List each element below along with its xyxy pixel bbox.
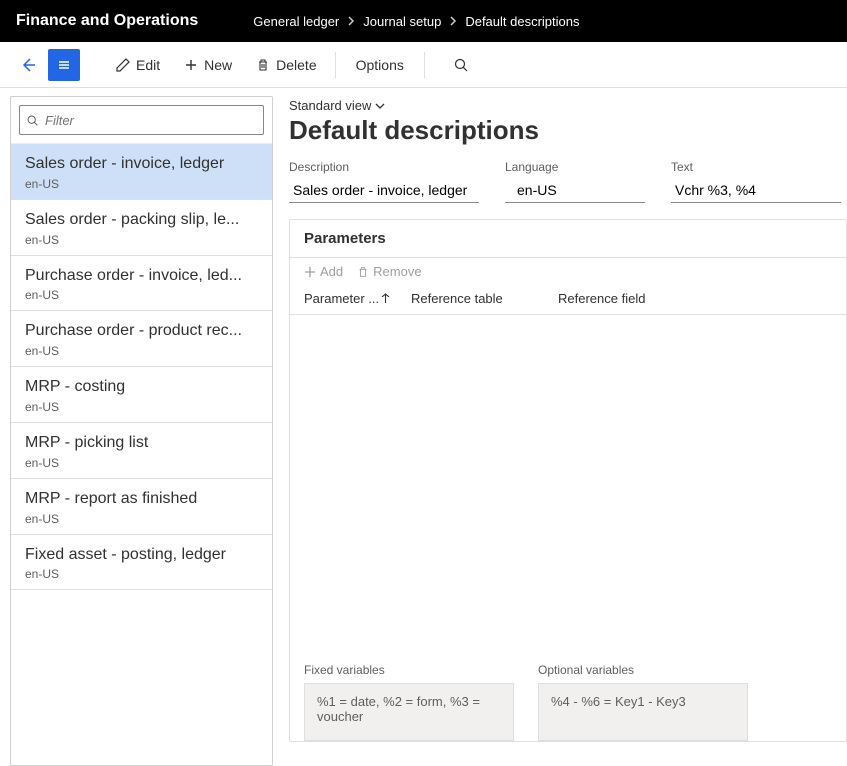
delete-label: Delete — [276, 57, 316, 73]
search-icon — [26, 114, 39, 127]
list-item-title: Purchase order - product rec... — [25, 321, 258, 342]
list-item-title: Sales order - invoice, ledger — [25, 154, 258, 175]
list-item-language: en-US — [25, 233, 258, 247]
description-input[interactable] — [289, 178, 479, 203]
list-item-title: MRP - report as finished — [25, 489, 258, 510]
language-label: Language — [505, 160, 645, 174]
breadcrumb-item-2[interactable]: Default descriptions — [465, 14, 579, 29]
breadcrumb: General ledger Journal setup Default des… — [253, 14, 579, 29]
column-reference-field[interactable]: Reference field — [558, 291, 832, 306]
fixed-variables: Fixed variables %1 = date, %2 = form, %3… — [304, 663, 514, 741]
remove-label: Remove — [373, 264, 421, 279]
list-item-language: en-US — [25, 288, 258, 302]
filter-input[interactable] — [45, 113, 257, 128]
field-description: Description — [289, 160, 479, 203]
list-item-language: en-US — [25, 400, 258, 414]
list-container: Sales order - invoice, ledgeren-USSales … — [11, 144, 272, 590]
trash-icon — [256, 58, 270, 72]
parameters-actions: Add Remove — [290, 258, 846, 285]
add-button[interactable]: Add — [304, 264, 343, 279]
list-item-title: MRP - picking list — [25, 433, 258, 454]
list-item-title: Sales order - packing slip, le... — [25, 210, 258, 231]
list-item-language: en-US — [25, 177, 258, 191]
language-input[interactable] — [505, 178, 645, 203]
column-reference-table[interactable]: Reference table — [411, 291, 546, 306]
plus-icon — [184, 58, 198, 72]
filter-row — [11, 97, 272, 144]
optional-variables: Optional variables %4 - %6 = Key1 - Key3 — [538, 663, 748, 741]
list-item-language: en-US — [25, 567, 258, 581]
action-bar: Edit New Delete Options — [0, 42, 847, 88]
list-item[interactable]: MRP - picking list en-US — [11, 423, 272, 479]
edit-label: Edit — [136, 57, 160, 73]
parameters-header[interactable]: Parameters — [290, 220, 846, 258]
list-item[interactable]: Purchase order - product rec... en-US — [11, 311, 272, 367]
filter-input-wrap[interactable] — [19, 105, 264, 135]
list-item-title: Fixed asset - posting, ledger — [25, 545, 258, 566]
breadcrumb-item-0[interactable]: General ledger — [253, 14, 339, 29]
delete-button[interactable]: Delete — [246, 51, 326, 79]
text-input[interactable] — [671, 178, 841, 203]
list-item[interactable]: Fixed asset - posting, ledgeren-US — [11, 535, 272, 591]
column-parameter[interactable]: Parameter ... — [304, 291, 399, 306]
chevron-right-icon — [347, 16, 355, 26]
list-item[interactable]: Purchase order - invoice, led...en-US — [11, 256, 272, 312]
fields-row: Description Language Text — [289, 160, 847, 203]
breadcrumb-item-1[interactable]: Journal setup — [363, 14, 441, 29]
list-item-title: Purchase order - invoice, led... — [25, 266, 258, 287]
options-button[interactable]: Options — [344, 51, 416, 79]
pencil-icon — [116, 58, 130, 72]
list-item[interactable]: MRP - costing en-US — [11, 367, 272, 423]
variables-row: Fixed variables %1 = date, %2 = form, %3… — [290, 647, 846, 741]
chevron-down-icon — [375, 102, 385, 110]
back-button[interactable] — [12, 49, 44, 81]
grid-header: Parameter ... Reference table Reference … — [290, 285, 846, 315]
detail-pane: Standard view Default descriptions Descr… — [273, 88, 847, 766]
list-item-language: en-US — [25, 344, 258, 358]
remove-button[interactable]: Remove — [357, 264, 421, 279]
header-bar: Finance and Operations General ledger Jo… — [0, 0, 847, 42]
add-label: Add — [320, 264, 343, 279]
list-item[interactable]: Sales order - invoice, ledger en-US — [11, 144, 272, 200]
new-button[interactable]: New — [174, 51, 242, 79]
chevron-right-icon — [449, 16, 457, 26]
grid-body[interactable] — [290, 315, 846, 647]
sort-asc-icon — [381, 293, 390, 304]
list-item[interactable]: MRP - report as finished en-US — [11, 479, 272, 535]
list-pane: Sales order - invoice, ledgeren-USSales … — [10, 96, 273, 766]
app-title: Finance and Operations — [16, 12, 198, 30]
fixed-variables-label: Fixed variables — [304, 663, 514, 677]
field-language: Language — [505, 160, 645, 203]
list-item-language: en-US — [25, 456, 258, 470]
fixed-variables-box: %1 = date, %2 = form, %3 = voucher — [304, 683, 514, 741]
optional-variables-label: Optional variables — [538, 663, 748, 677]
list-view-button[interactable] — [48, 49, 80, 81]
view-label: Standard view — [289, 98, 371, 113]
optional-variables-box: %4 - %6 = Key1 - Key3 — [538, 683, 748, 741]
main: Sales order - invoice, ledgeren-USSales … — [0, 88, 847, 766]
trash-icon — [357, 266, 369, 278]
field-text: Text — [671, 160, 841, 203]
text-label: Text — [671, 160, 841, 174]
plus-icon — [304, 266, 316, 278]
edit-button[interactable]: Edit — [106, 51, 170, 79]
view-switcher[interactable]: Standard view — [289, 98, 847, 113]
search-button[interactable] — [445, 49, 477, 81]
description-label: Description — [289, 160, 479, 174]
list-item[interactable]: Sales order - packing slip, le... en-US — [11, 200, 272, 256]
new-label: New — [204, 57, 232, 73]
parameters-panel: Parameters Add Remove Parameter .. — [289, 219, 847, 742]
separator — [424, 52, 425, 78]
list-item-language: en-US — [25, 512, 258, 526]
page-title: Default descriptions — [289, 115, 847, 146]
separator — [335, 52, 336, 78]
list-item-title: MRP - costing — [25, 377, 258, 398]
